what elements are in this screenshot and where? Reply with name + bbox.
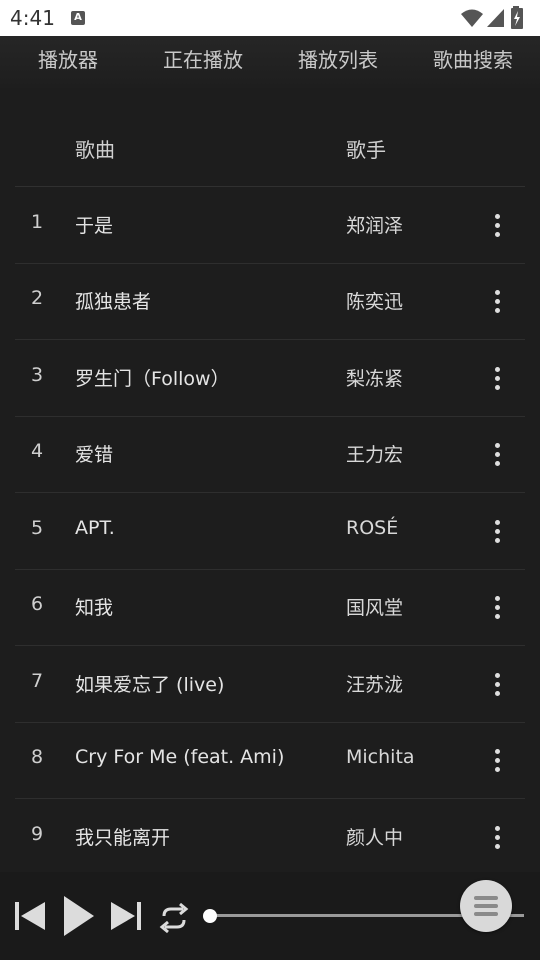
more-options-icon[interactable]	[485, 364, 509, 394]
song-row[interactable]: 2 孤独患者 陈奕迅	[15, 263, 525, 340]
song-row[interactable]: 7 如果爱忘了 (live) 汪苏泷	[15, 646, 525, 723]
song-artist: 陈奕迅	[346, 291, 404, 313]
more-options-icon[interactable]	[485, 746, 509, 776]
song-title: 爱错	[75, 444, 114, 466]
song-row[interactable]: 5 APT. ROSÉ	[15, 493, 525, 570]
song-number: 9	[31, 823, 44, 845]
tab-now-playing[interactable]: 正在播放	[152, 36, 254, 88]
song-number: 4	[31, 440, 44, 462]
song-number: 3	[31, 364, 44, 386]
column-artist-header: 歌手	[346, 138, 386, 162]
wifi-icon	[461, 9, 483, 27]
menu-button[interactable]	[460, 880, 512, 932]
more-options-icon[interactable]	[485, 823, 509, 853]
signal-icon	[487, 9, 504, 27]
system-icons	[460, 6, 532, 30]
song-artist: 王力宏	[346, 444, 404, 466]
song-row[interactable]: 8 Cry For Me (feat. Ami) Michita	[15, 722, 525, 799]
skip-next-icon[interactable]	[108, 898, 144, 934]
song-number: 5	[31, 517, 44, 539]
song-row[interactable]: 1 于是 郑润泽	[15, 187, 525, 264]
status-bar: 4:41 A	[0, 0, 540, 36]
more-options-icon[interactable]	[485, 517, 509, 547]
song-artist: 梨冻紧	[346, 368, 404, 390]
song-title: 知我	[75, 597, 114, 619]
song-number: 2	[31, 287, 44, 309]
song-number: 1	[31, 211, 44, 233]
tab-player[interactable]: 播放器	[22, 36, 114, 88]
song-title: APT.	[75, 517, 115, 539]
more-options-icon[interactable]	[485, 670, 509, 700]
song-row[interactable]: 9 我只能离开 颜人中	[15, 799, 525, 875]
more-options-icon[interactable]	[485, 287, 509, 317]
song-number: 7	[31, 670, 44, 692]
skip-previous-icon[interactable]	[12, 898, 48, 934]
screen: 4:41 A 播放器 正在播放 播放列表 歌曲搜索 歌曲 歌手 1 于是 郑润泽…	[0, 0, 540, 960]
song-row[interactable]: 6 知我 国风堂	[15, 569, 525, 646]
repeat-icon[interactable]	[156, 900, 192, 936]
song-artist: 颜人中	[346, 827, 404, 849]
song-artist: Michita	[346, 746, 415, 768]
list-header: 歌曲 歌手	[15, 108, 525, 187]
tab-playlist[interactable]: 播放列表	[287, 36, 389, 88]
song-artist: 郑润泽	[346, 215, 404, 237]
song-number: 8	[31, 746, 44, 768]
column-song-header: 歌曲	[75, 138, 115, 162]
progress-thumb[interactable]	[203, 909, 217, 923]
more-options-icon[interactable]	[485, 440, 509, 470]
tab-bar: 播放器 正在播放 播放列表 歌曲搜索	[0, 36, 540, 88]
more-options-icon[interactable]	[485, 211, 509, 241]
battery-charging-icon	[511, 6, 523, 29]
song-title: 如果爱忘了 (live)	[75, 674, 225, 696]
notification-icon: A	[71, 11, 85, 25]
song-row[interactable]: 4 爱错 王力宏	[15, 416, 525, 493]
song-title: 孤独患者	[75, 291, 152, 313]
status-time: 4:41	[10, 6, 55, 30]
song-title: Cry For Me (feat. Ami)	[75, 746, 285, 768]
song-row[interactable]: 3 罗生门（Follow） 梨冻紧	[15, 340, 525, 417]
song-title: 我只能离开	[75, 827, 171, 849]
song-title: 罗生门（Follow）	[75, 368, 230, 390]
song-list: 歌曲 歌手 1 于是 郑润泽 2 孤独患者 陈奕迅 3 罗生门（Follow） …	[0, 88, 540, 872]
song-artist: 国风堂	[346, 597, 404, 619]
song-title: 于是	[75, 215, 114, 237]
player-bar	[0, 872, 540, 960]
song-number: 6	[31, 593, 44, 615]
more-options-icon[interactable]	[485, 593, 509, 623]
tab-song-search[interactable]: 歌曲搜索	[422, 36, 524, 88]
song-artist: 汪苏泷	[346, 674, 404, 696]
song-artist: ROSÉ	[346, 517, 399, 539]
play-icon[interactable]	[60, 894, 98, 938]
